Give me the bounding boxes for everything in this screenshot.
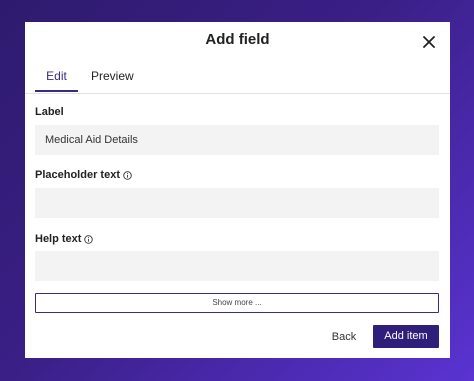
add-item-button[interactable]: Add item [373, 325, 439, 348]
help-field-label: Help text [35, 233, 94, 245]
help-text-input[interactable] [35, 251, 439, 281]
back-button[interactable]: Back [325, 326, 363, 348]
placeholder-input[interactable] [35, 188, 439, 218]
help-field-label-text: Help text [35, 233, 82, 245]
close-icon [423, 36, 435, 48]
placeholder-field-label: Placeholder text [35, 169, 132, 181]
show-more-button[interactable]: Show more ... [35, 293, 439, 313]
modal-title: Add field [205, 31, 270, 48]
label-input[interactable] [35, 125, 439, 155]
label-field-label: Label [35, 106, 64, 118]
label-field-label-text: Label [35, 106, 64, 118]
tab-preview[interactable]: Preview [91, 69, 134, 92]
modal-header: Add field [25, 22, 450, 62]
placeholder-field-label-text: Placeholder text [35, 169, 120, 181]
tab-edit[interactable]: Edit [35, 69, 78, 92]
info-icon[interactable] [84, 234, 94, 244]
close-button[interactable] [418, 31, 440, 53]
add-field-modal: Add field Edit Preview Label Placeholder… [25, 22, 450, 358]
info-icon[interactable] [123, 170, 132, 180]
tab-bar: Edit Preview [25, 62, 450, 94]
